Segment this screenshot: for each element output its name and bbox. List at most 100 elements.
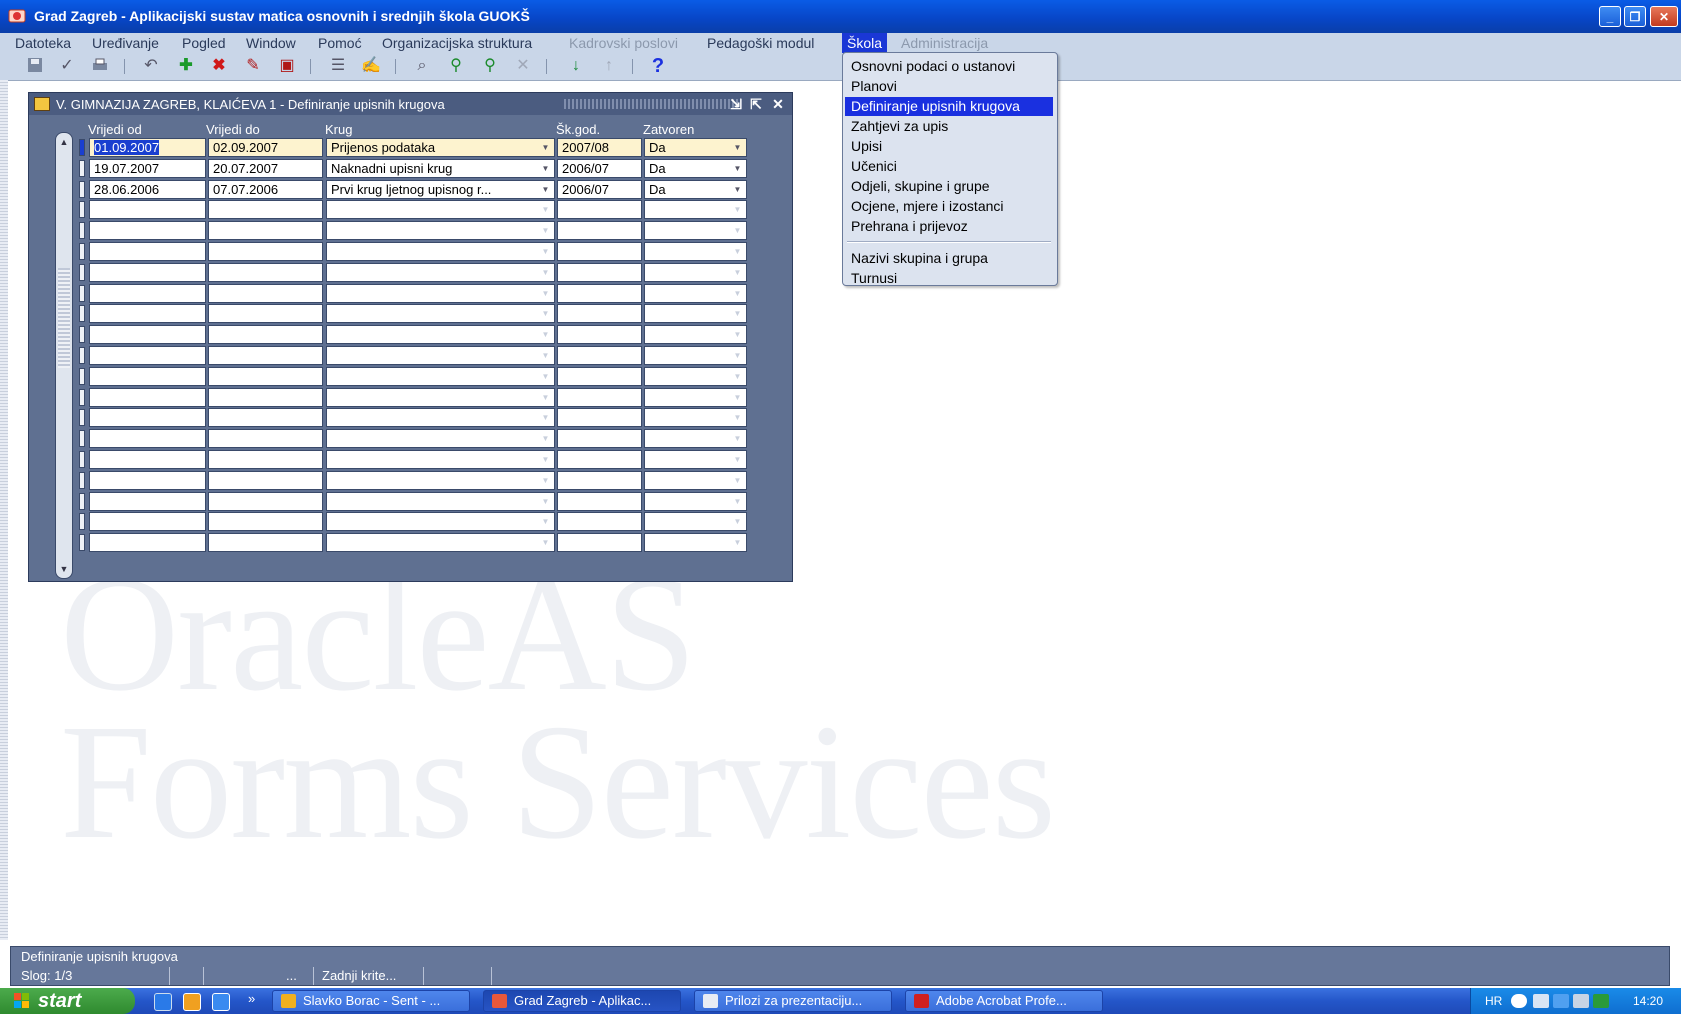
cell-vrijedi-od[interactable] [89, 262, 206, 282]
menu-item-učenici[interactable]: Učenici [845, 157, 1053, 176]
dropdown-arrow-icon[interactable]: ▼ [730, 452, 745, 467]
cell-krug[interactable]: ▼ [326, 408, 555, 428]
record-indicator-marker[interactable] [79, 263, 85, 281]
cancel-query-icon[interactable]: ✕ [512, 56, 534, 76]
cell-sk-god[interactable] [557, 262, 642, 282]
cell-vrijedi-od[interactable] [89, 387, 206, 407]
cell-vrijedi-do[interactable] [208, 491, 323, 511]
security-icon[interactable] [1593, 994, 1609, 1008]
cell-zatvoren[interactable]: ▼ [644, 408, 747, 428]
cell-vrijedi-do[interactable]: 20.07.2007 [208, 158, 323, 178]
cell-zatvoren[interactable]: ▼ [644, 512, 747, 532]
cell-vrijedi-od[interactable] [89, 533, 206, 553]
dropdown-arrow-icon[interactable]: ▼ [538, 223, 553, 238]
menu-datoteka[interactable]: Datoteka [15, 35, 71, 51]
cell-zatvoren[interactable]: ▼ [644, 450, 747, 469]
cell-vrijedi-do[interactable] [208, 325, 323, 345]
dropdown-arrow-icon[interactable]: ▼ [538, 265, 553, 280]
dropdown-arrow-icon[interactable]: ▼ [730, 265, 745, 280]
record-indicator-marker[interactable] [79, 451, 85, 468]
record-indicator-marker[interactable] [79, 180, 85, 198]
form-minimize-icon[interactable]: ⇲ [727, 95, 745, 113]
cell-zatvoren[interactable]: ▼ [644, 283, 747, 303]
dropdown-arrow-icon[interactable]: ▼ [730, 223, 745, 238]
menu-pogled[interactable]: Pogled [182, 35, 226, 51]
cell-vrijedi-od[interactable] [89, 304, 206, 324]
cell-zatvoren[interactable]: ▼ [644, 346, 747, 365]
cell-vrijedi-od[interactable] [89, 221, 206, 241]
cell-sk-god[interactable] [557, 366, 642, 386]
record-indicator-marker[interactable] [79, 284, 85, 302]
edit-icon[interactable]: ✍ [360, 56, 382, 76]
cell-zatvoren[interactable]: ▼ [644, 491, 747, 511]
help-icon[interactable]: ? [647, 56, 669, 76]
dropdown-arrow-icon[interactable]: ▼ [730, 431, 745, 446]
cell-vrijedi-od[interactable]: 01.09.2007··· [89, 138, 206, 157]
taskbar-task[interactable]: Grad Zagreb - Aplikac... [483, 990, 681, 1012]
window-titlebar[interactable]: Grad Zagreb - Aplikacijski sustav matica… [0, 0, 1681, 33]
cell-krug[interactable]: Naknadni upisni krug ▼ [326, 158, 555, 178]
dropdown-arrow-icon[interactable]: ▼ [730, 390, 745, 405]
menu-skola[interactable]: Škola [842, 33, 888, 53]
cell-sk-god[interactable] [557, 387, 642, 407]
record-indicator-marker[interactable] [79, 388, 85, 406]
cell-vrijedi-od[interactable] [89, 325, 206, 345]
cell-vrijedi-do[interactable] [208, 429, 323, 449]
cell-vrijedi-do[interactable] [208, 242, 323, 261]
save-icon[interactable] [24, 56, 46, 76]
quicklaunch-overflow-icon[interactable]: » [248, 991, 255, 1006]
menu-organizacijska-struktura[interactable]: Organizacijska struktura [382, 35, 532, 51]
dropdown-arrow-icon[interactable]: ▼ [730, 410, 745, 425]
cell-zatvoren[interactable]: ▼ [644, 533, 747, 553]
taskbar-task[interactable]: Slavko Borac - Sent - ... [272, 990, 470, 1012]
cell-zatvoren[interactable]: ▼ [644, 325, 747, 345]
cell-krug[interactable]: ▼ [326, 283, 555, 303]
cell-sk-god[interactable] [557, 200, 642, 220]
cell-sk-god[interactable] [557, 346, 642, 365]
network-icon[interactable] [1533, 994, 1549, 1008]
cell-sk-god[interactable] [557, 450, 642, 469]
cell-sk-god[interactable] [557, 408, 642, 428]
dropdown-arrow-icon[interactable]: ▼ [538, 390, 553, 405]
cell-zatvoren[interactable]: ▼ [644, 470, 747, 490]
cell-sk-god[interactable] [557, 491, 642, 511]
dropdown-arrow-icon[interactable]: ▼ [730, 514, 745, 529]
antivirus-icon[interactable] [1553, 994, 1569, 1008]
internet-explorer-icon[interactable] [154, 993, 172, 1011]
cell-krug[interactable]: ▼ [326, 346, 555, 365]
cell-krug[interactable]: ▼ [326, 262, 555, 282]
dropdown-arrow-icon[interactable]: ▼ [538, 410, 553, 425]
language-indicator[interactable]: HR [1485, 994, 1502, 1008]
delete-record-icon[interactable]: ✖ [208, 56, 230, 76]
cell-vrijedi-od[interactable] [89, 429, 206, 449]
menu-item-odjeli-skupine-i-grupe[interactable]: Odjeli, skupine i grupe [845, 177, 1053, 196]
dropdown-arrow-icon[interactable]: ▼ [730, 369, 745, 384]
menu-pomoc[interactable]: Pomoć [318, 35, 362, 51]
cell-zatvoren[interactable]: ▼ [644, 200, 747, 220]
cell-zatvoren[interactable]: ▼ [644, 366, 747, 386]
dropdown-arrow-icon[interactable]: ▼ [538, 140, 553, 155]
cell-vrijedi-do[interactable] [208, 200, 323, 220]
record-indicator-marker[interactable] [79, 471, 85, 489]
menu-item-zahtjevi-za-upis[interactable]: Zahtjevi za upis [845, 117, 1053, 136]
cell-krug[interactable]: ▼ [326, 533, 555, 553]
cell-vrijedi-od[interactable] [89, 346, 206, 365]
cell-vrijedi-do[interactable] [208, 470, 323, 490]
cell-vrijedi-od[interactable] [89, 450, 206, 469]
taskbar-task[interactable]: Adobe Acrobat Profe... [905, 990, 1103, 1012]
menu-uredivanje[interactable]: Uređivanje [92, 35, 159, 51]
cell-krug[interactable]: ▼ [326, 450, 555, 469]
query-icon[interactable]: ⌕ [411, 56, 433, 76]
record-indicator-marker[interactable] [79, 159, 85, 177]
start-button[interactable]: start [0, 988, 135, 1014]
record-indicator-marker[interactable] [79, 430, 85, 448]
menu-item-nazivi-skupina-i-grupa[interactable]: Nazivi skupina i grupa [845, 249, 1053, 268]
cell-zatvoren[interactable]: ▼ [644, 262, 747, 282]
undo-icon[interactable]: ↶ [140, 56, 162, 76]
dropdown-arrow-icon[interactable]: ▼ [538, 286, 553, 301]
record-indicator-marker[interactable] [79, 347, 85, 364]
form-titlebar[interactable]: V. GIMNAZIJA ZAGREB, KLAIĆEVA 1 - Defini… [29, 93, 792, 115]
cell-vrijedi-do[interactable] [208, 304, 323, 324]
cell-sk-god[interactable]: 2006/07 [557, 179, 642, 199]
cell-sk-god[interactable]: 2007/08 [557, 138, 642, 157]
